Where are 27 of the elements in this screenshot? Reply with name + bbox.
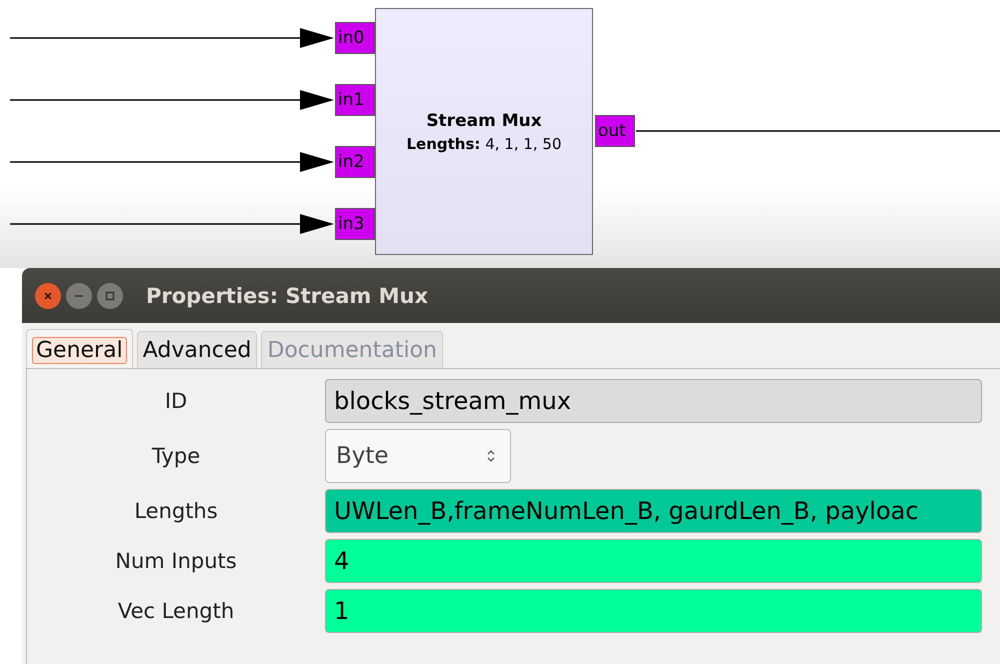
input-field[interactable]: UWLen_B,frameNumLen_B, gaurdLen_B, payloac xyxy=(325,489,982,533)
input-field[interactable]: blocks_stream_mux xyxy=(325,379,982,423)
maximize-button[interactable] xyxy=(97,282,123,308)
maximize-icon xyxy=(105,290,115,300)
input-port[interactable]: in1 xyxy=(335,84,375,116)
field-label: Type xyxy=(150,444,202,468)
field-label: Vec Length xyxy=(116,599,236,623)
tab[interactable]: General xyxy=(26,329,133,368)
window-title: Properties: Stream Mux xyxy=(146,284,428,308)
block-title: Stream Mux xyxy=(426,110,542,130)
tab[interactable]: Advanced xyxy=(136,331,258,368)
dropdown[interactable]: Byte xyxy=(325,429,511,483)
input-field[interactable]: 4 xyxy=(325,539,982,583)
input-field[interactable]: 1 xyxy=(325,589,982,633)
spinner-arrows-icon xyxy=(486,449,496,463)
input-port[interactable]: in2 xyxy=(335,146,375,178)
field-label: Num Inputs xyxy=(114,549,238,573)
output-port[interactable]: out xyxy=(595,115,635,147)
block-parameter: Lengths: 4, 1, 1, 50 xyxy=(406,134,562,152)
close-icon xyxy=(43,290,53,300)
input-port[interactable]: in3 xyxy=(335,208,375,240)
block[interactable]: Stream Mux Lengths: 4, 1, 1, 50 xyxy=(375,8,593,255)
minimize-button[interactable] xyxy=(66,282,92,308)
field-label: Lengths xyxy=(133,499,219,523)
close-button[interactable] xyxy=(35,282,61,308)
field-label: ID xyxy=(164,389,188,413)
input-port[interactable]: in0 xyxy=(335,22,375,54)
